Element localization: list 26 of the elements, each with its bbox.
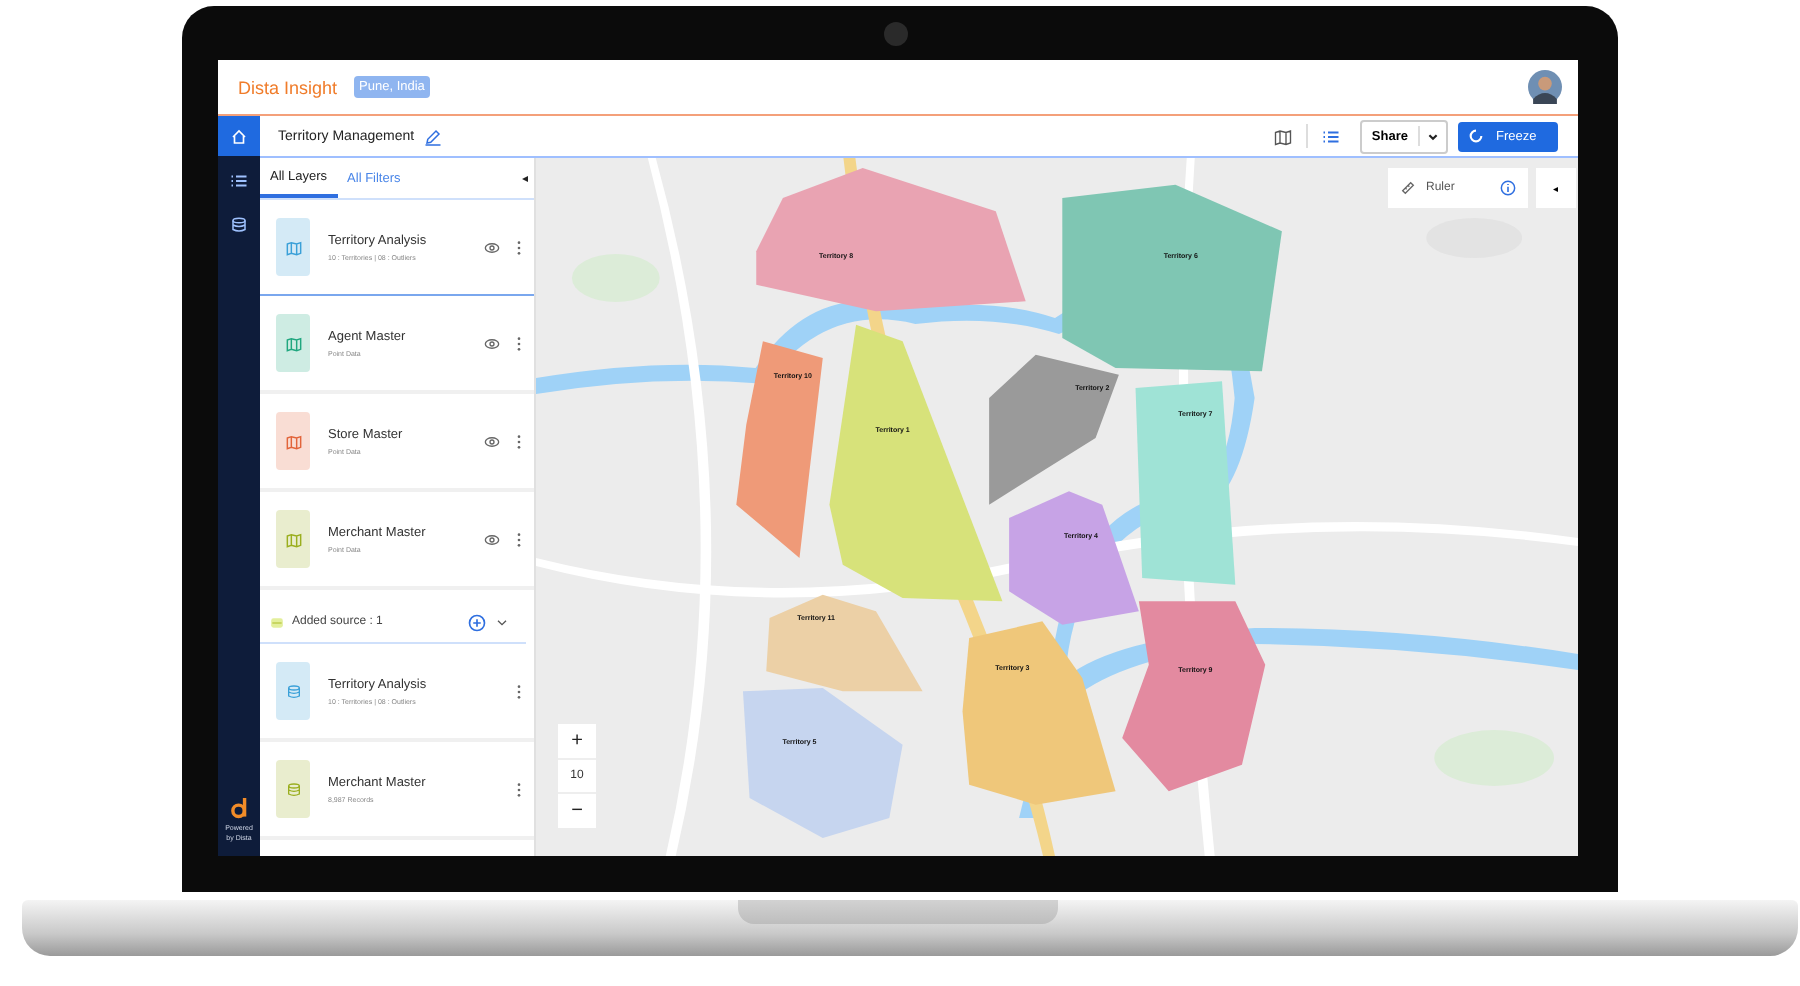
camera-icon (884, 22, 908, 46)
more-icon[interactable] (516, 433, 522, 449)
database-icon (230, 215, 248, 233)
more-icon[interactable] (516, 335, 522, 351)
logo-icon (229, 796, 249, 821)
pencil-icon[interactable] (424, 127, 443, 145)
avatar-icon[interactable] (1528, 70, 1562, 104)
more-icon[interactable] (516, 683, 522, 699)
map-icon[interactable] (1273, 127, 1292, 145)
database-icon (270, 615, 284, 629)
eye-icon[interactable] (484, 335, 500, 351)
chevron-icon[interactable] (494, 614, 510, 630)
refresh-icon (1468, 128, 1484, 144)
more-icon[interactable] (516, 531, 522, 547)
list-icon[interactable] (1321, 127, 1340, 145)
eye-icon[interactable] (484, 433, 500, 449)
eye-icon[interactable] (484, 531, 500, 547)
list-icon (230, 171, 248, 189)
app-brand: Dista Insight (238, 77, 338, 97)
more-icon[interactable] (516, 239, 522, 255)
eye-icon[interactable] (484, 239, 500, 255)
add-icon[interactable] (468, 613, 486, 631)
home-icon (230, 127, 248, 145)
more-icon[interactable] (516, 781, 522, 797)
ruler-icon[interactable] (1400, 180, 1416, 196)
info-icon[interactable] (1500, 180, 1516, 196)
